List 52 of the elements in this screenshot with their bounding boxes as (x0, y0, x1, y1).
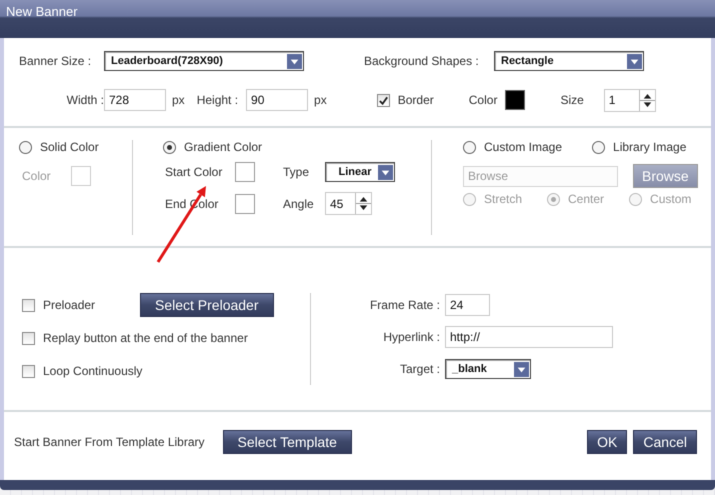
field-label: Target : (398, 362, 441, 376)
radio-label: Gradient Color (184, 140, 262, 154)
radio-label: Stretch (484, 192, 522, 206)
checkbox-label: Replay button at the end of the banner (43, 331, 248, 345)
color-swatch[interactable] (505, 90, 526, 110)
template-label: Start Banner From Template Library (14, 435, 205, 449)
color-picker[interactable] (235, 162, 255, 182)
banner-size-dropdown[interactable]: Leaderboard(728X90) (104, 51, 304, 71)
gradient-type-dropdown[interactable]: Linear (325, 162, 395, 182)
frame-rate-input[interactable]: 24 (445, 294, 490, 316)
field-label: Size (560, 93, 584, 107)
field-label: Hyperlink : (382, 330, 441, 344)
field-label: Height : (196, 93, 238, 107)
radio-label: Custom Image (484, 140, 562, 154)
field-label: Color (22, 169, 51, 183)
checkbox[interactable] (22, 298, 35, 312)
spinner-arrows-icon (638, 90, 655, 110)
width-input[interactable]: 728 (104, 89, 166, 111)
color-picker[interactable] (235, 194, 255, 214)
radio-label: Center (568, 192, 604, 206)
radio-label: Library Image (613, 140, 686, 154)
size-spinner[interactable]: 1 (604, 88, 656, 112)
hyperlink-input[interactable]: http:// (445, 326, 613, 348)
field-label: Background Shapes : (364, 54, 480, 68)
field-label: Start Color (165, 165, 224, 179)
field-label: Width : (66, 93, 104, 107)
unit-label: px (314, 93, 327, 107)
dialog-button[interactable]: Cancel (633, 430, 697, 454)
select-preloader-button[interactable]: Select Preloader (140, 293, 274, 317)
background-shapes-dropdown[interactable]: Rectangle (494, 51, 644, 71)
border-checkbox[interactable] (376, 94, 390, 106)
field-label: Angle (283, 196, 315, 210)
select-template-button[interactable]: Select Template (222, 430, 352, 454)
checkbox-label: Border (398, 93, 434, 107)
height-input[interactable]: 90 (246, 89, 308, 111)
spinner-arrows-icon (355, 193, 371, 214)
field-label: Color (468, 93, 498, 107)
window-title: New Banner (5, 3, 78, 19)
checkbox[interactable] (22, 332, 35, 344)
angle-spinner[interactable]: 45 (325, 192, 372, 215)
field-label: Type (283, 165, 310, 179)
unit-label: px (172, 93, 185, 107)
radio-label: Solid Color (40, 140, 99, 154)
radio-label: Custom (650, 192, 692, 206)
checkbox-label: Preloader (43, 298, 96, 312)
radio-button[interactable] (163, 140, 176, 154)
field-label: Banner Size : (19, 54, 92, 68)
target-dropdown[interactable]: _blank (445, 359, 531, 379)
checkbox-label: Loop Continuously (43, 364, 142, 378)
checkbox[interactable] (22, 364, 35, 378)
field-label: Frame Rate : (368, 298, 441, 312)
dialog-button[interactable]: OK (587, 430, 628, 454)
